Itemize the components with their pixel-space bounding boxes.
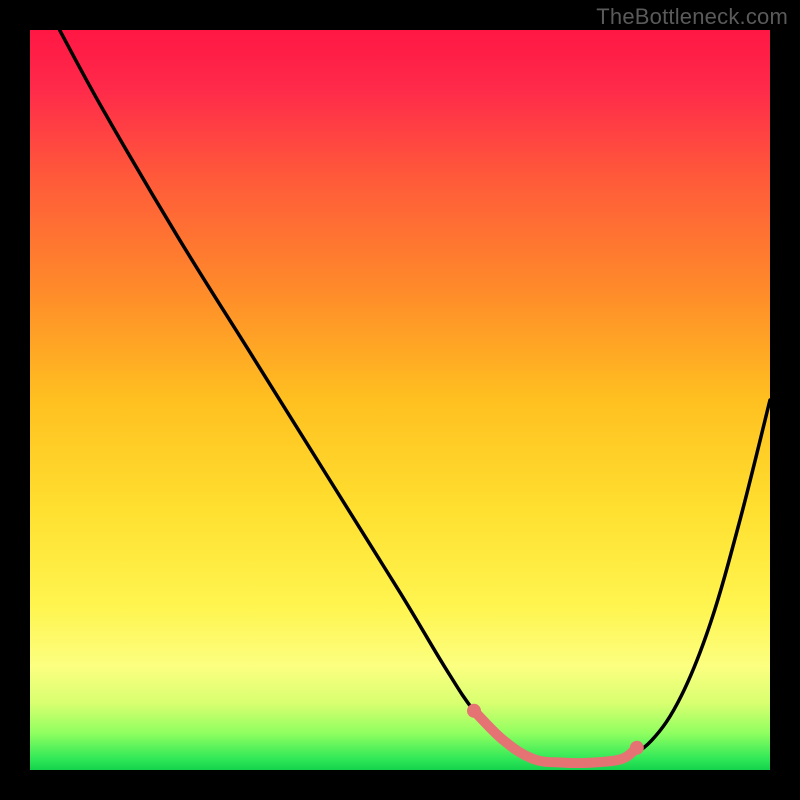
watermark-label: TheBottleneck.com — [596, 4, 788, 30]
endpoint-dot — [467, 704, 481, 718]
endpoint-dot — [630, 741, 644, 755]
bottleneck-chart — [30, 30, 770, 770]
chart-plot-area — [30, 30, 770, 770]
gradient-background — [30, 30, 770, 770]
